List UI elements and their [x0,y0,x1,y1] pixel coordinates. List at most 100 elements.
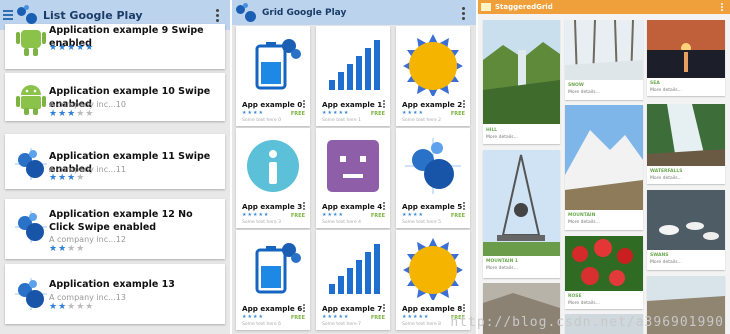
card-title: App example 5 [402,202,463,211]
rating-stars: ★★★★ [242,110,264,116]
card-text: Some text here 7 [322,322,361,327]
rating-stars: ★★★★★ [49,43,95,53]
card-title: App example 7 [322,304,383,313]
card-overflow-icon[interactable] [383,304,385,312]
page-title: List Google Play [43,8,143,22]
rating-stars: ★★★★★ [49,109,95,119]
card-overflow-icon[interactable] [303,100,305,108]
photo-tile-waterfalls[interactable]: WATERFALLS More details... [647,104,725,184]
app-logo-icon [481,3,491,11]
card-overflow-icon[interactable] [383,100,385,108]
sea-photo [647,20,725,78]
tile-more: More details... [650,88,682,93]
rating-stars: ★★★★★ [402,314,430,320]
page-title: Grid Google Play [262,7,347,18]
photo-tile-rose[interactable]: ROSE More details... [565,236,643,309]
tile-label: SWANS [650,253,669,258]
card-title: App example 2 [402,100,463,109]
card-text: Some text here 4 [322,220,361,225]
card-overflow-icon[interactable] [303,304,305,312]
card-title: App example 3 [242,202,303,211]
card-text: Some text here 8 [402,322,441,327]
photo-tile-mountain-1[interactable]: MOUNTAIN 1 More details... [483,150,560,278]
item-title: Application example 13 [49,279,175,290]
item-company: A company inc...12 [49,235,126,244]
card-overflow-icon[interactable] [303,202,305,210]
grid-card[interactable]: App example 4 ★★★★ FREE Some text here 4 [316,128,390,228]
grid-card[interactable]: App example 0 ★★★★ FREE Some text here 0 [236,26,310,126]
card-text: Some text here 6 [242,322,281,327]
android-icon [16,30,46,56]
battery-icon [255,243,301,294]
rating-stars: ★★★★★ [242,212,270,218]
list-item[interactable]: Application example 10 Swipe enabled A c… [5,73,225,121]
app-logo-icon [17,5,37,25]
price-label: FREE [290,111,305,117]
card-title: App example 1 [322,100,383,109]
card-overflow-icon[interactable] [383,202,385,210]
info-icon [247,140,299,192]
grid-panel: Grid Google Play App example 0 ★★★★ FREE So… [232,0,476,334]
grid-card[interactable]: App example 3 ★★★★★ FREE Some text here 3 [236,128,310,228]
menu-icon[interactable] [3,10,13,20]
photo-tile-hill[interactable]: HILL More details... [483,20,560,144]
photo-tile-snow[interactable]: SNOW More details... [565,20,643,100]
overflow-menu-icon[interactable] [216,9,220,22]
rating-stars: ★★★★ [49,244,86,254]
signal-icon [329,40,380,90]
tile-more: More details... [568,220,600,225]
grid-card[interactable]: App example 6 ★★★★ FREE Some text here 6 [236,230,310,330]
card-overflow-icon[interactable] [463,202,465,210]
item-company: A company inc...10 [49,100,126,109]
card-text: Some text here 1 [322,118,361,123]
card-overflow-icon[interactable] [463,100,465,108]
grid-card[interactable]: App example 7 ★★★★★ FREE Some text here 7 [316,230,390,330]
card-overflow-icon[interactable] [463,304,465,312]
price-label: FREE [450,213,465,219]
card-title: App example 8 [402,304,463,313]
list-item[interactable]: Application example 9 Swipe enabled ★★★★… [5,24,225,69]
price-label: FREE [370,213,385,219]
tile-more: More details... [568,90,600,95]
app-logo-icon [236,2,256,23]
price-label: FREE [450,111,465,117]
item-title: Application example 12 No Click Swipe en… [49,209,193,233]
list-item[interactable]: Application example 11 Swipe enabled A c… [5,134,225,189]
card-title: App example 4 [322,202,383,211]
mountain-photo [565,105,643,210]
list-item[interactable]: Application example 12 No Click Swipe en… [5,199,225,259]
grid-card[interactable]: App example 5 ★★★★ FREE Some text here 5 [396,128,470,228]
snow-photo [565,20,643,80]
bubbles-icon [15,148,47,180]
rating-stars: ★★★★ [402,212,424,218]
sun-icon [403,238,463,300]
list-item[interactable]: Application example 13 A company inc...1… [5,264,225,324]
staggered-app-bar: StaggeredGrid [478,0,730,14]
photo-tile-swans[interactable]: SWANS More details... [647,190,725,270]
sun-icon [403,34,463,96]
card-title: App example 0 [242,100,303,109]
grid-card[interactable]: App example 1 ★★★★★ FREE Some text here 1 [316,26,390,126]
price-label: FREE [290,213,305,219]
photo-tile-mountain[interactable]: MOUNTAIN More details... [565,105,643,230]
overflow-menu-icon[interactable] [462,7,466,20]
grid-app-bar: Grid Google Play [232,0,476,25]
tile-more: More details... [650,260,682,265]
swans-photo [647,190,725,250]
tile-label: MOUNTAIN 1 [486,259,519,264]
photo-tile-sea[interactable]: SEA More details... [647,20,725,96]
overflow-menu-icon[interactable] [721,3,725,11]
card-text: Some text here 2 [402,118,441,123]
list-panel: List Google Play Application example 9 S… [0,0,230,334]
watermark: http://blog.csdn.net/a396901990 [450,315,724,330]
grid-card[interactable]: App example 2 ★★★★ FREE Some text here 2 [396,26,470,126]
tile-label: MOUNTAIN [568,213,596,218]
tower-photo [483,150,560,256]
android-icon [16,85,46,115]
card-text: Some text here 0 [242,118,281,123]
rating-stars: ★★★★★ [322,110,350,116]
staggered-panel: StaggeredGrid HILL More details... MOUNT… [478,0,730,334]
signal-icon [329,244,380,294]
tile-label: SNOW [568,83,584,88]
bubbles-icon [15,211,47,243]
